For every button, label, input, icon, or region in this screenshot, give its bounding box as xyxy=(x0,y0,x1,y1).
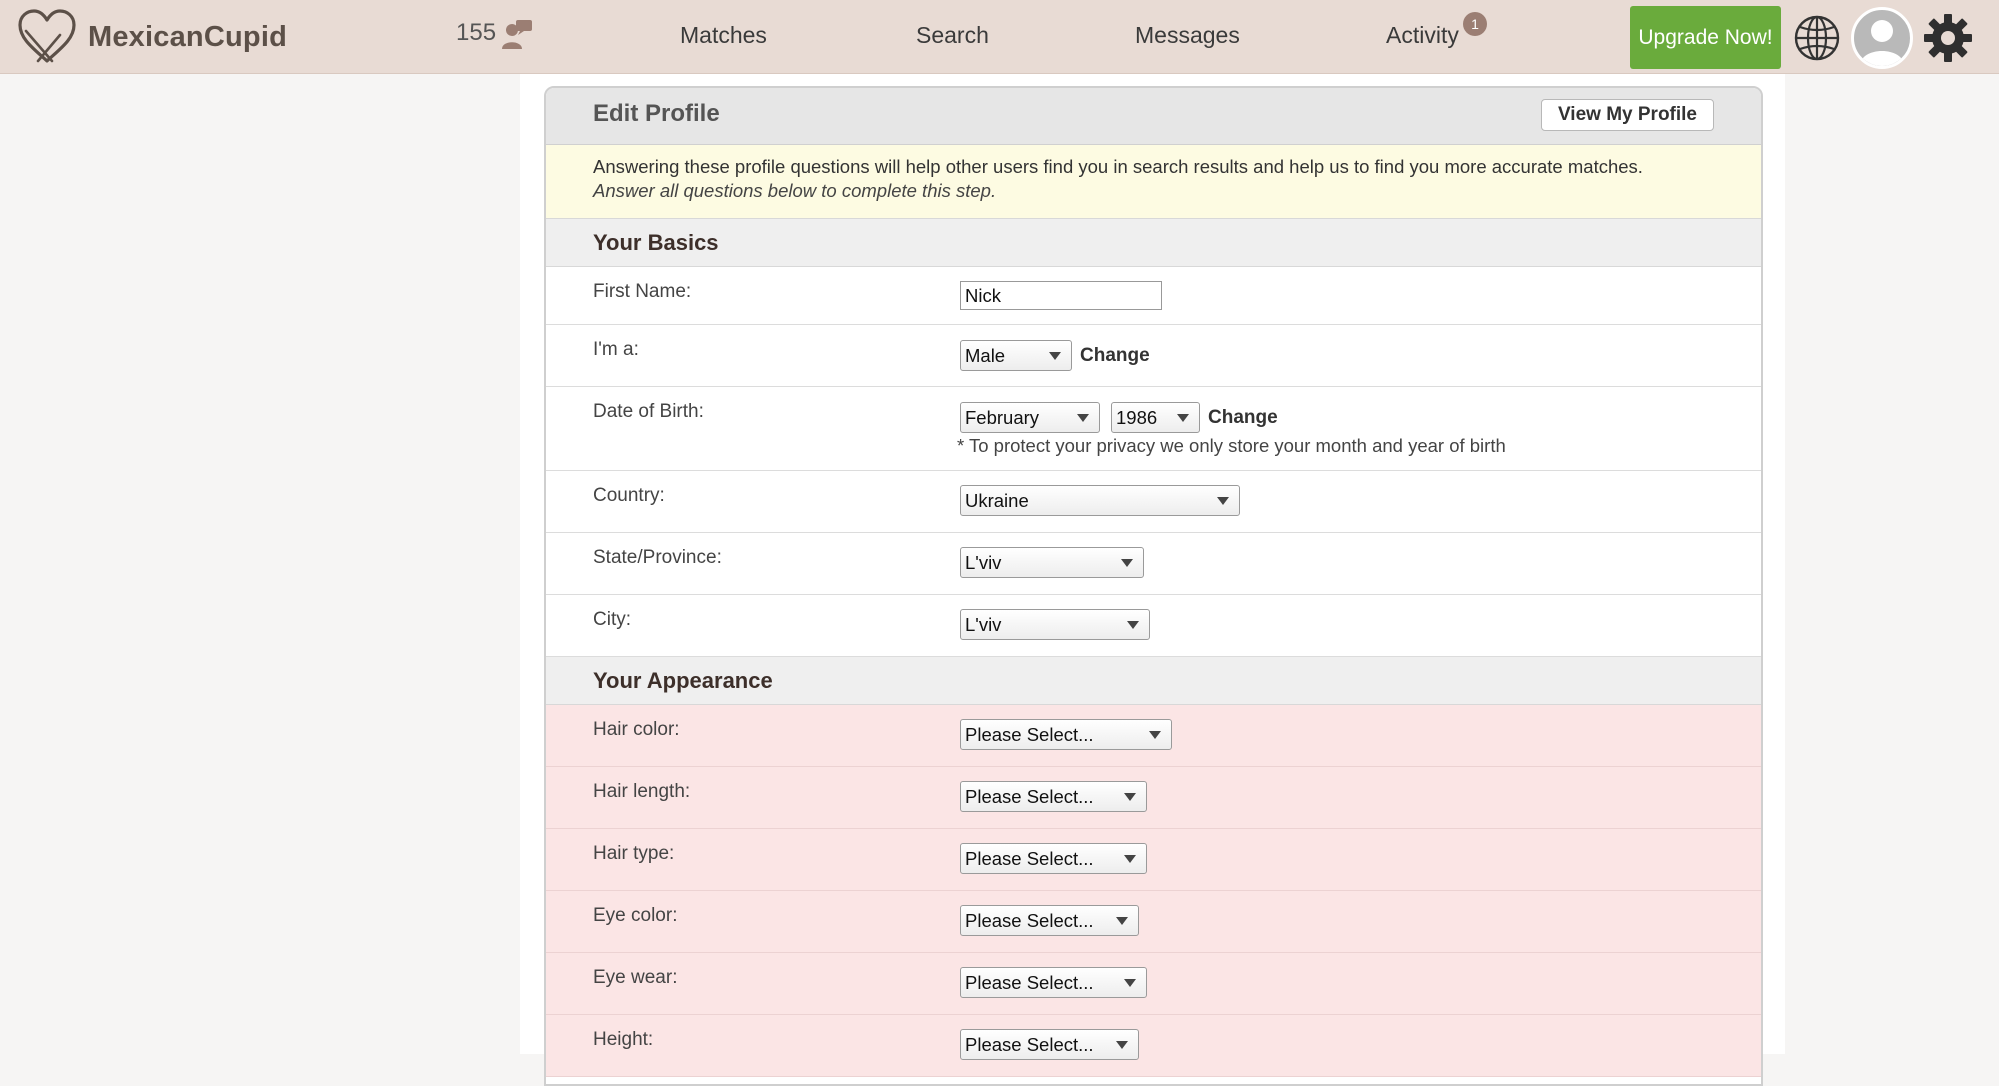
height-label: Height: xyxy=(593,1029,654,1050)
row-eye-color: Eye color: Please Select... xyxy=(546,891,1761,953)
top-navigation-bar: MexicanCupid 155 Matches Search Messages… xyxy=(0,0,1999,74)
hair-color-select[interactable]: Please Select... xyxy=(960,719,1172,750)
user-silhouette-icon xyxy=(1860,20,1904,66)
row-hair-color: Hair color: Please Select... xyxy=(546,705,1761,767)
hair-color-label: Hair color: xyxy=(593,719,680,740)
gear-icon[interactable] xyxy=(1922,12,1974,64)
nav-messages[interactable]: Messages xyxy=(1135,22,1240,49)
dob-year-select[interactable]: 1986 xyxy=(1111,402,1200,433)
state-label: State/Province: xyxy=(593,547,722,568)
online-members-count[interactable]: 155 xyxy=(456,16,534,50)
row-hair-length: Hair length: Please Select... xyxy=(546,767,1761,829)
globe-icon[interactable] xyxy=(1793,14,1841,62)
row-eye-wear: Eye wear: Please Select... xyxy=(546,953,1761,1015)
row-state: State/Province: L'viv xyxy=(546,533,1761,595)
nav-activity[interactable]: Activity xyxy=(1386,22,1459,49)
gender-change-link[interactable]: Change xyxy=(1080,345,1150,367)
dob-month-select[interactable]: February xyxy=(960,402,1100,433)
eye-color-label: Eye color: xyxy=(593,905,678,926)
row-country: Country: Ukraine xyxy=(546,471,1761,533)
row-city: City: L'viv xyxy=(546,595,1761,657)
nav-search[interactable]: Search xyxy=(916,22,989,49)
heart-logo-icon xyxy=(18,9,76,63)
hair-length-label: Hair length: xyxy=(593,781,691,802)
upgrade-button[interactable]: Upgrade Now! xyxy=(1630,6,1781,69)
nav-matches[interactable]: Matches xyxy=(680,22,767,49)
site-logo[interactable]: MexicanCupid xyxy=(16,8,287,66)
dob-privacy-note: * To protect your privacy we only store … xyxy=(957,435,1506,456)
eye-wear-select[interactable]: Please Select... xyxy=(960,967,1147,998)
row-gender: I'm a: Male Change xyxy=(546,325,1761,387)
row-height: Height: Please Select... xyxy=(546,1015,1761,1077)
first-name-label: First Name: xyxy=(593,281,692,302)
profile-notice: Answering these profile questions will h… xyxy=(546,145,1761,219)
hair-type-select[interactable]: Please Select... xyxy=(960,843,1147,874)
logo-wordmark: MexicanCupid xyxy=(88,20,287,53)
online-count-value: 155 xyxy=(456,19,497,46)
gender-label: I'm a: xyxy=(593,339,639,360)
country-label: Country: xyxy=(593,485,665,506)
section-your-basics: Your Basics xyxy=(546,219,1761,267)
panel-header: Edit Profile View My Profile xyxy=(546,88,1761,145)
eye-wear-label: Eye wear: xyxy=(593,967,678,988)
dob-label: Date of Birth: xyxy=(593,401,704,422)
section-your-appearance: Your Appearance xyxy=(546,657,1761,705)
country-select[interactable]: Ukraine xyxy=(960,485,1240,516)
row-hair-type: Hair type: Please Select... xyxy=(546,829,1761,891)
height-select[interactable]: Please Select... xyxy=(960,1029,1139,1060)
city-label: City: xyxy=(593,609,631,630)
avatar[interactable] xyxy=(1851,7,1913,69)
notice-instruction: Answer all questions below to complete t… xyxy=(593,180,997,201)
city-select[interactable]: L'viv xyxy=(960,609,1150,640)
edit-profile-panel: Edit Profile View My Profile Answering t… xyxy=(544,86,1763,1086)
dob-change-link[interactable]: Change xyxy=(1208,407,1278,429)
page-title: Edit Profile xyxy=(593,100,720,127)
eye-color-select[interactable]: Please Select... xyxy=(960,905,1139,936)
row-date-of-birth: Date of Birth: February 1986 Change * To… xyxy=(546,387,1761,471)
first-name-input[interactable]: Nick xyxy=(960,281,1162,310)
users-icon xyxy=(502,20,533,49)
row-first-name: First Name: Nick xyxy=(546,267,1761,325)
hair-type-label: Hair type: xyxy=(593,843,675,864)
state-select[interactable]: L'viv xyxy=(960,547,1144,578)
activity-badge: 1 xyxy=(1463,12,1487,36)
notice-text: Answering these profile questions will h… xyxy=(593,156,1643,177)
hair-length-select[interactable]: Please Select... xyxy=(960,781,1147,812)
view-my-profile-button[interactable]: View My Profile xyxy=(1540,99,1714,131)
gender-select[interactable]: Male xyxy=(960,340,1072,371)
